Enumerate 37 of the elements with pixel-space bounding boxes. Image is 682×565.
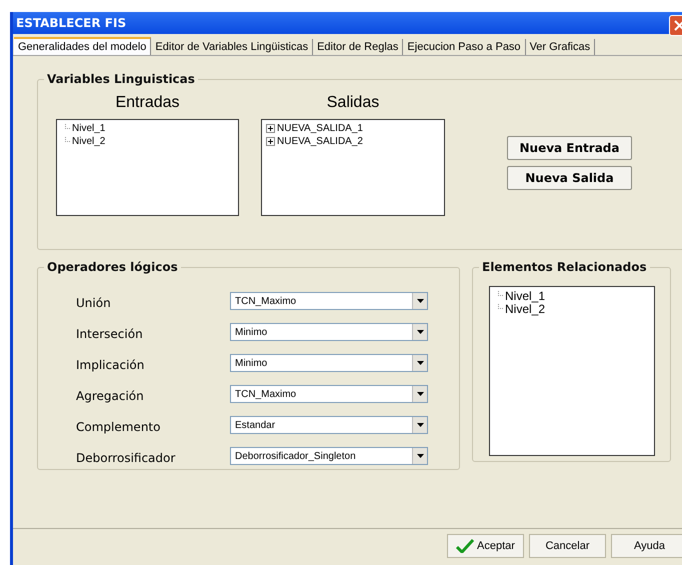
action-button[interactable]: Nueva Salida	[507, 166, 632, 190]
dialog-button[interactable]: Cancelar	[529, 534, 606, 558]
dropdown[interactable]: Minimo	[230, 354, 428, 372]
window-title: ESTABLECER FIS	[15, 16, 126, 30]
dropdown[interactable]: TCN_Maximo	[230, 292, 428, 310]
field-label: Implicación	[75, 358, 146, 372]
list-heading: Entradas	[115, 94, 180, 112]
tree-item[interactable]: Nivel_1	[72, 123, 106, 134]
field-label: Complemento	[75, 420, 162, 434]
dropdown[interactable]: Deborrosificador_Singleton	[230, 447, 428, 465]
dialog-button[interactable]: Ayuda	[611, 534, 682, 558]
dropdown[interactable]: Minimo	[230, 323, 428, 341]
expand-icon[interactable]	[266, 137, 275, 146]
dropdown[interactable]: Estandar	[230, 416, 428, 434]
field-label: Unión	[75, 296, 112, 310]
tree-item[interactable]: NUEVA_SALIDA_2	[277, 136, 363, 147]
tab[interactable]: Generalidades del modelo	[14, 37, 152, 55]
dialog-button[interactable]: Aceptar	[447, 534, 524, 558]
field-label: Deborrosificador	[75, 451, 176, 465]
tree-item[interactable]: Nivel_2	[505, 302, 546, 316]
check-icon	[456, 539, 474, 553]
tree-list[interactable]: NUEVA_SALIDA_1 NUEVA_SALIDA_2	[261, 119, 445, 216]
dropdown[interactable]: TCN_Maximo	[230, 385, 428, 403]
tree-item[interactable]: NUEVA_SALIDA_1	[277, 123, 363, 134]
expand-icon[interactable]	[266, 124, 275, 133]
field-label: Interseción	[75, 327, 144, 341]
close-icon	[674, 20, 682, 31]
list-heading: Salidas	[326, 94, 380, 112]
tree-list[interactable]: Nivel_1 Nivel_2	[56, 119, 239, 216]
group-title: Elementos Relacionados	[481, 260, 648, 274]
tree-item[interactable]: Nivel_1	[505, 288, 546, 302]
group-title: Variables Linguisticas	[46, 72, 196, 86]
action-button[interactable]: Nueva Entrada	[507, 136, 632, 160]
tree-list[interactable]: Nivel_1 Nivel_2	[489, 286, 655, 456]
field-label: Agregación	[75, 389, 145, 403]
group-title: Operadores lógicos	[46, 260, 179, 274]
tree-item[interactable]: Nivel_2	[72, 136, 106, 147]
